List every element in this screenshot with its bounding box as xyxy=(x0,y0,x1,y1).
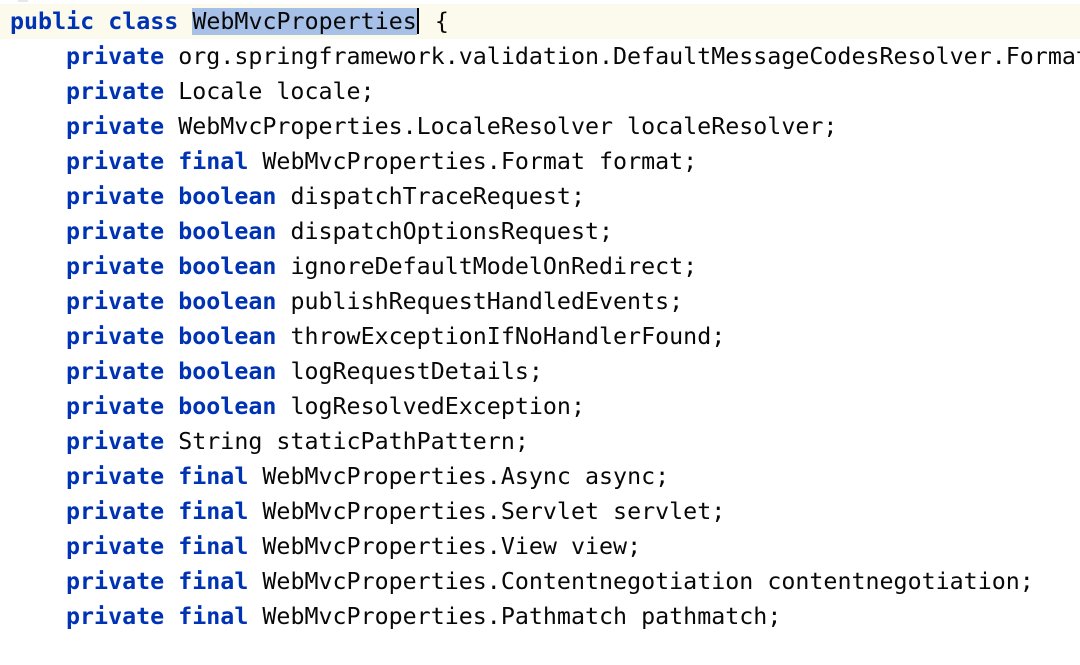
field-line[interactable]: private final WebMvcProperties.Format fo… xyxy=(0,144,1080,179)
field-line[interactable]: private boolean logRequestDetails; xyxy=(0,354,1080,389)
field-line[interactable]: private boolean dispatchTraceRequest; xyxy=(0,179,1080,214)
final-keyword: final xyxy=(178,568,249,595)
private-keyword: private xyxy=(66,358,165,385)
private-keyword: private xyxy=(66,253,165,280)
code-editor[interactable]: public class WebMvcProperties { private … xyxy=(0,0,1080,665)
open-brace: { xyxy=(434,8,449,35)
private-keyword: private xyxy=(66,533,165,560)
field-declaration: WebMvcProperties.Servlet servlet; xyxy=(262,498,726,525)
field-line[interactable]: private final WebMvcProperties.Pathmatch… xyxy=(0,599,1080,634)
field-line[interactable]: private boolean publishRequestHandledEve… xyxy=(0,284,1080,319)
private-keyword: private xyxy=(66,43,165,70)
field-declaration: logResolvedException; xyxy=(290,393,585,420)
final-keyword: final xyxy=(178,533,249,560)
field-declaration: org.springframework.validation.DefaultMe… xyxy=(178,43,1080,70)
boolean-keyword: boolean xyxy=(178,393,277,420)
field-declaration: WebMvcProperties.Async async; xyxy=(262,463,670,490)
field-declaration: publishRequestHandledEvents; xyxy=(290,288,684,315)
field-line[interactable]: private final WebMvcProperties.Async asy… xyxy=(0,459,1080,494)
field-declaration: WebMvcProperties.Pathmatch pathmatch; xyxy=(262,603,782,630)
field-declaration: WebMvcProperties.View view; xyxy=(262,533,642,560)
field-declaration: String staticPathPattern; xyxy=(178,428,529,455)
final-keyword: final xyxy=(178,148,249,175)
field-line[interactable]: private final WebMvcProperties.Servlet s… xyxy=(0,494,1080,529)
final-keyword: final xyxy=(178,603,249,630)
field-line[interactable]: private boolean throwExceptionIfNoHandle… xyxy=(0,319,1080,354)
final-keyword: final xyxy=(178,463,249,490)
private-keyword: private xyxy=(66,428,165,455)
field-declaration: WebMvcProperties.LocaleResolver localeRe… xyxy=(178,113,838,140)
private-keyword: private xyxy=(66,288,165,315)
field-line[interactable]: private final WebMvcProperties.Contentne… xyxy=(0,564,1080,599)
public-keyword: public xyxy=(10,8,95,35)
field-declaration: Locale locale; xyxy=(178,78,375,105)
boolean-keyword: boolean xyxy=(178,323,277,350)
private-keyword: private xyxy=(66,323,165,350)
private-keyword: private xyxy=(66,393,165,420)
class-keyword: class xyxy=(108,8,179,35)
field-line[interactable]: private boolean ignoreDefaultModelOnRedi… xyxy=(0,249,1080,284)
field-line[interactable]: private boolean dispatchOptionsRequest; xyxy=(0,214,1080,249)
boolean-keyword: boolean xyxy=(178,288,277,315)
field-line[interactable]: private org.springframework.validation.D… xyxy=(0,39,1080,74)
field-declaration: dispatchOptionsRequest; xyxy=(290,218,614,245)
class-declaration-line[interactable]: public class WebMvcProperties { xyxy=(0,4,1080,39)
field-declaration: logRequestDetails; xyxy=(290,358,543,385)
field-line[interactable]: private boolean logResolvedException; xyxy=(0,389,1080,424)
private-keyword: private xyxy=(66,78,165,105)
private-keyword: private xyxy=(66,218,165,245)
field-declaration: ignoreDefaultModelOnRedirect; xyxy=(290,253,698,280)
private-keyword: private xyxy=(66,603,165,630)
field-line[interactable]: private Locale locale; xyxy=(0,74,1080,109)
field-declaration: WebMvcProperties.Contentnegotiation cont… xyxy=(262,568,1034,595)
field-line[interactable]: private String staticPathPattern; xyxy=(0,424,1080,459)
private-keyword: private xyxy=(66,568,165,595)
private-keyword: private xyxy=(66,113,165,140)
boolean-keyword: boolean xyxy=(178,183,277,210)
text-caret xyxy=(416,8,419,34)
private-keyword: private xyxy=(66,463,165,490)
final-keyword: final xyxy=(178,498,249,525)
field-declaration: dispatchTraceRequest; xyxy=(290,183,585,210)
field-line[interactable]: private final WebMvcProperties.View view… xyxy=(0,529,1080,564)
boolean-keyword: boolean xyxy=(178,253,277,280)
field-declaration: throwExceptionIfNoHandlerFound; xyxy=(290,323,726,350)
field-line[interactable]: private WebMvcProperties.LocaleResolver … xyxy=(0,109,1080,144)
private-keyword: private xyxy=(66,498,165,525)
boolean-keyword: boolean xyxy=(178,218,277,245)
private-keyword: private xyxy=(66,148,165,175)
fold-marker-icon xyxy=(18,0,28,2)
field-declaration: WebMvcProperties.Format format; xyxy=(262,148,698,175)
private-keyword: private xyxy=(66,183,165,210)
boolean-keyword: boolean xyxy=(178,358,277,385)
selected-class-name[interactable]: WebMvcProperties xyxy=(192,8,417,35)
